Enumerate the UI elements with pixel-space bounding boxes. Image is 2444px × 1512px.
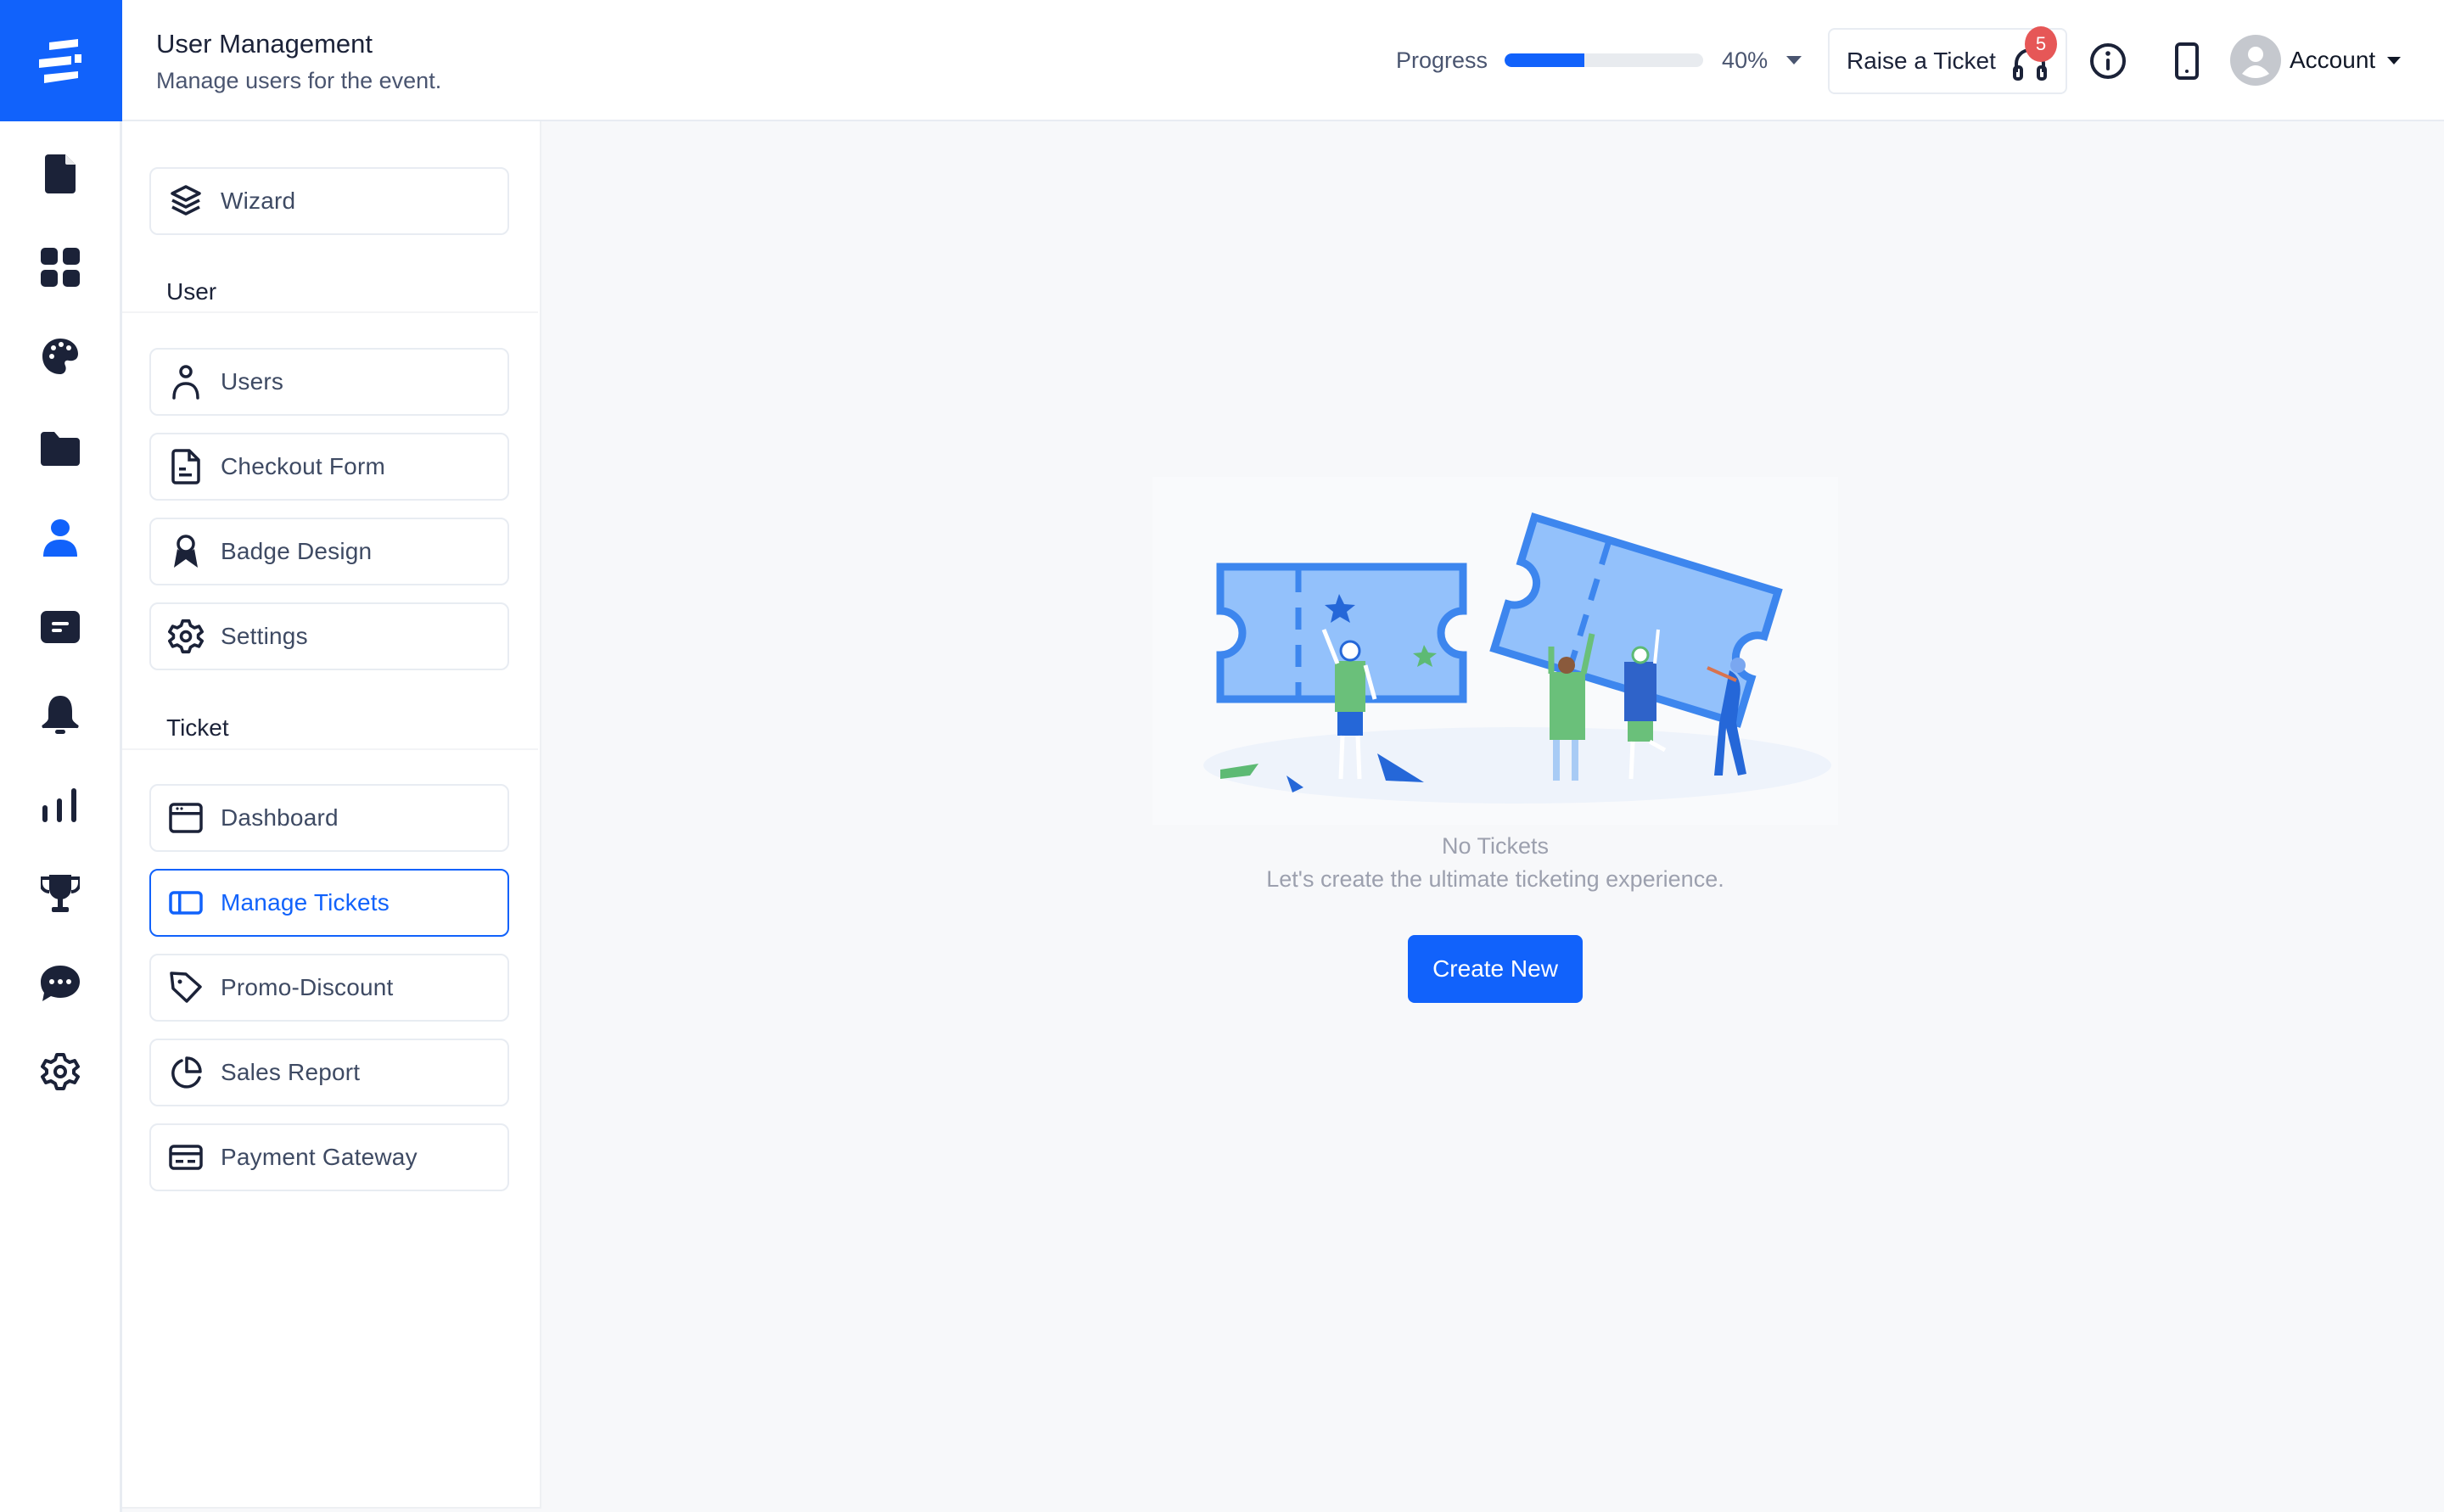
title-block: User Management Manage users for the eve… bbox=[156, 27, 441, 97]
section-title-ticket: Ticket bbox=[166, 714, 229, 741]
rail-item-tickets[interactable] bbox=[40, 607, 81, 647]
file-icon bbox=[171, 449, 200, 484]
account-menu[interactable]: Account bbox=[2230, 34, 2402, 87]
nav-item-label: Wizard bbox=[221, 188, 296, 214]
page-title: User Management bbox=[156, 29, 373, 59]
rail-item-notifications[interactable] bbox=[40, 695, 81, 736]
pie-chart-icon bbox=[171, 1056, 202, 1089]
rail-item-analytics[interactable] bbox=[40, 785, 81, 826]
empty-state-title: No Tickets bbox=[1441, 833, 1550, 859]
avatar bbox=[2230, 35, 2281, 86]
account-label: Account bbox=[2290, 47, 2376, 73]
divider bbox=[122, 311, 538, 313]
logo-icon bbox=[39, 38, 81, 83]
nav-item-checkout-form[interactable]: Checkout Form bbox=[149, 433, 509, 501]
top-header: User Management Manage users for the eve… bbox=[0, 0, 2444, 121]
gear-icon bbox=[168, 619, 204, 654]
raise-ticket-button[interactable]: Raise a Ticket 5 bbox=[1828, 26, 2067, 94]
nav-item-label: Payment Gateway bbox=[221, 1144, 418, 1170]
folder-icon bbox=[40, 432, 80, 466]
user-outline-icon bbox=[172, 365, 199, 400]
user-icon bbox=[42, 519, 77, 557]
rail-item-documents[interactable] bbox=[40, 154, 81, 194]
nav-item-badge-design[interactable]: Badge Design bbox=[149, 518, 509, 585]
progress-value: 40% bbox=[1722, 47, 1769, 73]
page-subtitle: Manage users for the event. bbox=[156, 68, 442, 93]
rail-item-users[interactable] bbox=[40, 517, 81, 557]
layers-icon bbox=[171, 185, 201, 216]
bell-icon bbox=[41, 696, 79, 734]
rail-item-awards[interactable] bbox=[40, 873, 81, 914]
info-icon[interactable] bbox=[2089, 42, 2127, 80]
mobile-preview-icon[interactable] bbox=[2174, 42, 2200, 80]
chat-icon bbox=[40, 966, 80, 1001]
empty-state-subtitle: Let's create the ultimate ticketing expe… bbox=[1266, 866, 1724, 892]
ribbon-icon bbox=[174, 535, 198, 568]
nav-item-dashboard[interactable]: Dashboard bbox=[149, 784, 509, 852]
chevron-down-icon bbox=[2387, 56, 2402, 64]
nav-item-label: Badge Design bbox=[221, 538, 373, 564]
notification-badge: 5 bbox=[2025, 26, 2057, 62]
rail-item-settings[interactable] bbox=[40, 1051, 81, 1092]
app-logo[interactable] bbox=[0, 0, 122, 121]
grid-icon bbox=[40, 248, 80, 287]
nav-item-label: Settings bbox=[221, 623, 308, 649]
gear-icon bbox=[40, 1053, 80, 1090]
document-icon bbox=[44, 154, 76, 193]
nav-item-label: Dashboard bbox=[221, 804, 339, 831]
credit-card-icon bbox=[169, 1145, 203, 1170]
nav-item-wizard[interactable]: Wizard bbox=[149, 167, 509, 235]
nav-item-label: Users bbox=[221, 368, 284, 395]
chevron-down-icon[interactable] bbox=[1786, 56, 1802, 64]
nav-item-label: Promo-Discount bbox=[221, 974, 394, 1000]
icon-rail bbox=[0, 121, 122, 1512]
empty-state: No Tickets Let's create the ultimate tic… bbox=[1152, 477, 1838, 1003]
avatar-placeholder-icon bbox=[2242, 47, 2269, 78]
rail-item-files[interactable] bbox=[40, 428, 81, 469]
nav-item-payment-gateway[interactable]: Payment Gateway bbox=[149, 1123, 509, 1191]
progress-indicator[interactable]: Progress 40% bbox=[1396, 41, 1802, 80]
nav-item-sales-report[interactable]: Sales Report bbox=[149, 1039, 509, 1106]
nav-item-users[interactable]: Users bbox=[149, 348, 509, 416]
palette-icon bbox=[42, 339, 78, 374]
raise-ticket-label: Raise a Ticket bbox=[1847, 48, 1996, 74]
divider bbox=[122, 748, 538, 750]
nav-item-promo-discount[interactable]: Promo-Discount bbox=[149, 954, 509, 1022]
card-icon bbox=[40, 611, 80, 643]
progress-bar-fill bbox=[1505, 53, 1584, 67]
trophy-icon bbox=[40, 875, 80, 912]
nav-item-label: Manage Tickets bbox=[221, 889, 390, 916]
tickets-illustration bbox=[1152, 477, 1838, 825]
create-new-button[interactable]: Create New bbox=[1408, 935, 1583, 1003]
nav-item-label: Checkout Form bbox=[221, 453, 385, 479]
section-sidebar: Wizard User Users Checkout Form Badge De… bbox=[122, 121, 541, 1509]
bar-chart-icon bbox=[42, 788, 76, 822]
nav-item-label: Sales Report bbox=[221, 1059, 361, 1085]
section-title-user: User bbox=[166, 278, 217, 305]
progress-bar bbox=[1505, 53, 1704, 67]
rail-item-chat[interactable] bbox=[40, 963, 81, 1004]
sidebar-layout-icon bbox=[169, 891, 203, 915]
nav-item-manage-tickets[interactable]: Manage Tickets bbox=[149, 869, 509, 937]
nav-item-settings[interactable]: Settings bbox=[149, 602, 509, 670]
rail-item-design[interactable] bbox=[40, 336, 81, 377]
progress-label: Progress bbox=[1396, 47, 1488, 73]
rail-item-dashboard[interactable] bbox=[40, 247, 81, 288]
browser-window-icon bbox=[169, 803, 203, 833]
tag-icon bbox=[170, 972, 202, 1003]
